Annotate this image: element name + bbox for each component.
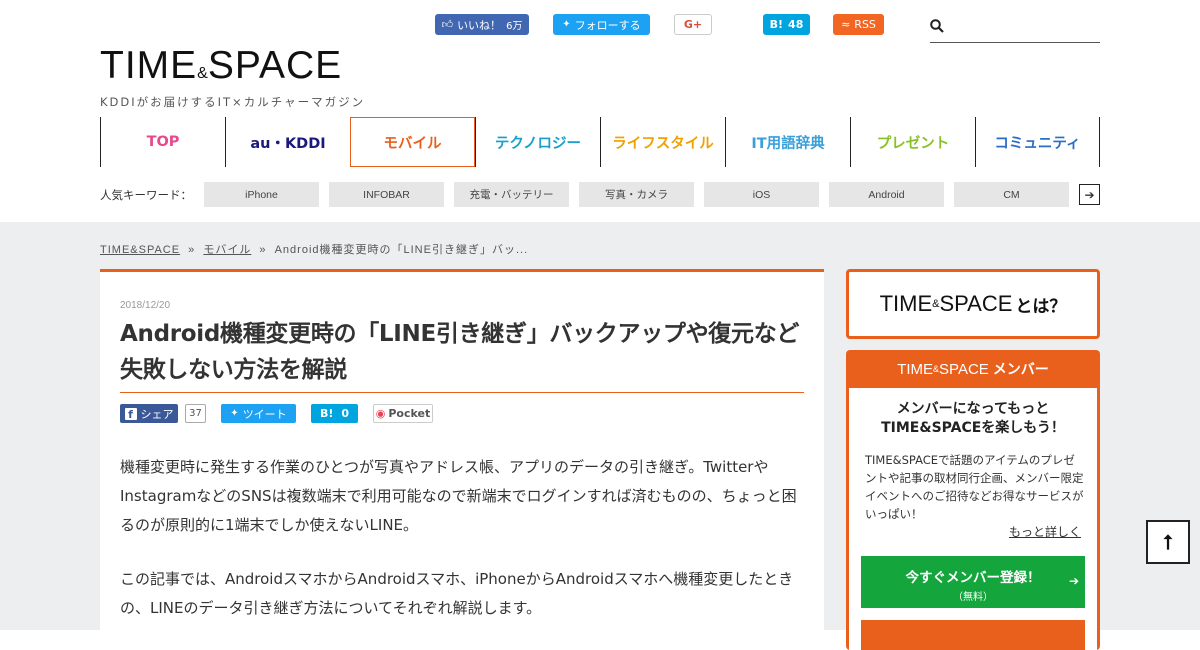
logo-tagline: KDDIがお届けするIT×カルチャーマガジン — [100, 95, 366, 109]
member-heading: メンバーになってもっと TIME&SPACEを楽しもう！ — [881, 401, 1065, 436]
google-plus-label: G+ — [683, 18, 703, 31]
about-banner[interactable]: TIME & SPACE とは？ — [846, 269, 1100, 339]
tweet-label: ツイート — [242, 407, 287, 421]
breadcrumb-current: Android機種変更時の「LINE引き継ぎ」バッ... — [274, 244, 529, 256]
breadcrumb-home[interactable]: TIME&SPACE — [100, 244, 180, 256]
facebook-share-button[interactable]: f シェア — [120, 404, 178, 423]
member-box-body: メンバーになってもっと TIME&SPACEを楽しもう！ TIME&SPACEで… — [849, 388, 1097, 650]
keywords-label: 人気キーワード： — [100, 188, 192, 202]
member-box: TIME & SPACE メンバー メンバーになってもっと TIME&SPACEを楽し… — [846, 350, 1100, 650]
twitter-follow-button[interactable]: ✦ フォローする — [553, 14, 650, 35]
keyword-tag[interactable]: CM — [954, 182, 1069, 207]
arrow-right-icon[interactable]: ➔ — [1079, 184, 1100, 205]
nav-item[interactable]: プレゼント — [850, 117, 975, 167]
nav-item[interactable]: TOP — [100, 117, 225, 167]
facebook-like-button[interactable]: 👍︎ いいね！ 6万 — [435, 14, 529, 35]
hatena-share-count: 0 — [341, 407, 350, 420]
breadcrumb-separator: » — [188, 244, 196, 256]
tweet-button[interactable]: ✦ ツイート — [221, 404, 296, 423]
register-sub: （無料） — [953, 592, 993, 603]
like-count: 6万 — [506, 21, 523, 32]
nav-item[interactable]: モバイル — [350, 117, 475, 167]
popular-keywords: 人気キーワード： iPhone INFOBAR 充電・バッテリー 写真・カメラ iOS A… — [100, 182, 1100, 207]
keyword-tag[interactable]: 充電・バッテリー — [454, 182, 569, 207]
article-paragraph: この記事では、AndroidスマホからAndroidスマホ、iPhoneからAn… — [120, 570, 794, 617]
breadcrumb-separator: » — [259, 244, 267, 256]
title-divider — [120, 392, 804, 393]
member-more-link[interactable]: もっと詳しく — [1009, 523, 1081, 540]
pocket-button[interactable]: ◉ Pocket — [373, 404, 433, 423]
rss-icon: ≈ — [841, 18, 851, 31]
breadcrumb: TIME&SPACE » モバイル » Android機種変更時の「LINE引き… — [100, 241, 528, 257]
keyword-tag[interactable]: Android — [829, 182, 944, 207]
register-button[interactable]: 今すぐメンバー登録！ （無料） ➔ — [861, 556, 1085, 608]
rss-button[interactable]: ≈ RSS — [833, 14, 884, 35]
member-label: メンバー — [992, 362, 1049, 378]
hatena-bookmark-button[interactable]: B! 48 — [763, 14, 810, 35]
twitter-bird-icon: ✦ — [562, 19, 571, 30]
logo-wordmark: TIME&SPACE — [100, 44, 343, 87]
secondary-member-button[interactable] — [861, 620, 1085, 650]
rss-label: RSS — [854, 18, 876, 31]
member-description: TIME&SPACEで話題のアイテムのプレゼントや記事の取材同行企画、メンバー限… — [865, 453, 1084, 521]
hatena-icon: B! — [319, 407, 334, 420]
keyword-tag[interactable]: iPhone — [204, 182, 319, 207]
search-icon[interactable] — [930, 19, 944, 37]
arrow-right-icon: ➔ — [1068, 574, 1079, 588]
keyword-tag[interactable]: 写真・カメラ — [579, 182, 694, 207]
facebook-icon: f — [124, 407, 137, 421]
google-plus-button[interactable]: G+ — [674, 14, 712, 35]
keyword-tag[interactable]: INFOBAR — [329, 182, 444, 207]
nav-item[interactable]: au・KDDI — [225, 117, 350, 167]
search-box — [930, 14, 1100, 43]
pocket-icon: ◉ — [375, 407, 386, 420]
about-question: とは？ — [1015, 296, 1067, 317]
nav-item[interactable]: テクノロジー — [475, 117, 600, 167]
pocket-label: Pocket — [388, 407, 431, 420]
site-logo[interactable]: TIME&SPACE KDDIがお届けするIT×カルチャーマガジン — [100, 44, 400, 110]
nav-item[interactable]: IT用語辞典 — [725, 117, 850, 167]
article-title: Android機種変更時の「LINE引き継ぎ」バックアップや復元など失敗しない方… — [120, 321, 800, 383]
main-nav: TOP au・KDDI モバイル テクノロジー ライフスタイル IT用語辞典 プレゼント コミ… — [100, 117, 1100, 167]
site-header: 👍︎ いいね！ 6万 ✦ フォローする G+ B! 48 ≈ RSS TIME&… — [0, 0, 1200, 222]
article-date: 2018/12/20 — [120, 300, 171, 311]
facebook-share-label: シェア — [140, 407, 174, 421]
hatena-icon: B! — [769, 18, 784, 31]
thumbs-up-icon: 👍︎ — [441, 18, 454, 31]
nav-item[interactable]: ライフスタイル — [600, 117, 725, 167]
back-to-top-button[interactable]: ⭡ — [1146, 520, 1190, 564]
like-label: いいね！ — [457, 18, 502, 32]
article-card: 2018/12/20 Android機種変更時の「LINE引き継ぎ」バックアップ… — [100, 269, 824, 649]
facebook-share-count: 37 — [185, 404, 206, 423]
search-input[interactable] — [952, 16, 1098, 38]
hatena-share-button[interactable]: B! 0 — [311, 404, 358, 423]
article-paragraph: 機種変更時に発生する作業のひとつが写真やアドレス帳、アプリのデータの引き継ぎ。T… — [120, 458, 797, 534]
nav-item[interactable]: コミュニティ — [975, 117, 1100, 167]
member-box-header: TIME & SPACE メンバー — [897, 360, 1049, 379]
keyword-tag[interactable]: iOS — [704, 182, 819, 207]
breadcrumb-category[interactable]: モバイル — [203, 244, 251, 256]
twitter-bird-icon: ✦ — [230, 408, 239, 419]
follow-label: フォローする — [574, 18, 641, 32]
register-label: 今すぐメンバー登録！ — [905, 570, 1041, 586]
hatena-count: 48 — [788, 18, 804, 31]
